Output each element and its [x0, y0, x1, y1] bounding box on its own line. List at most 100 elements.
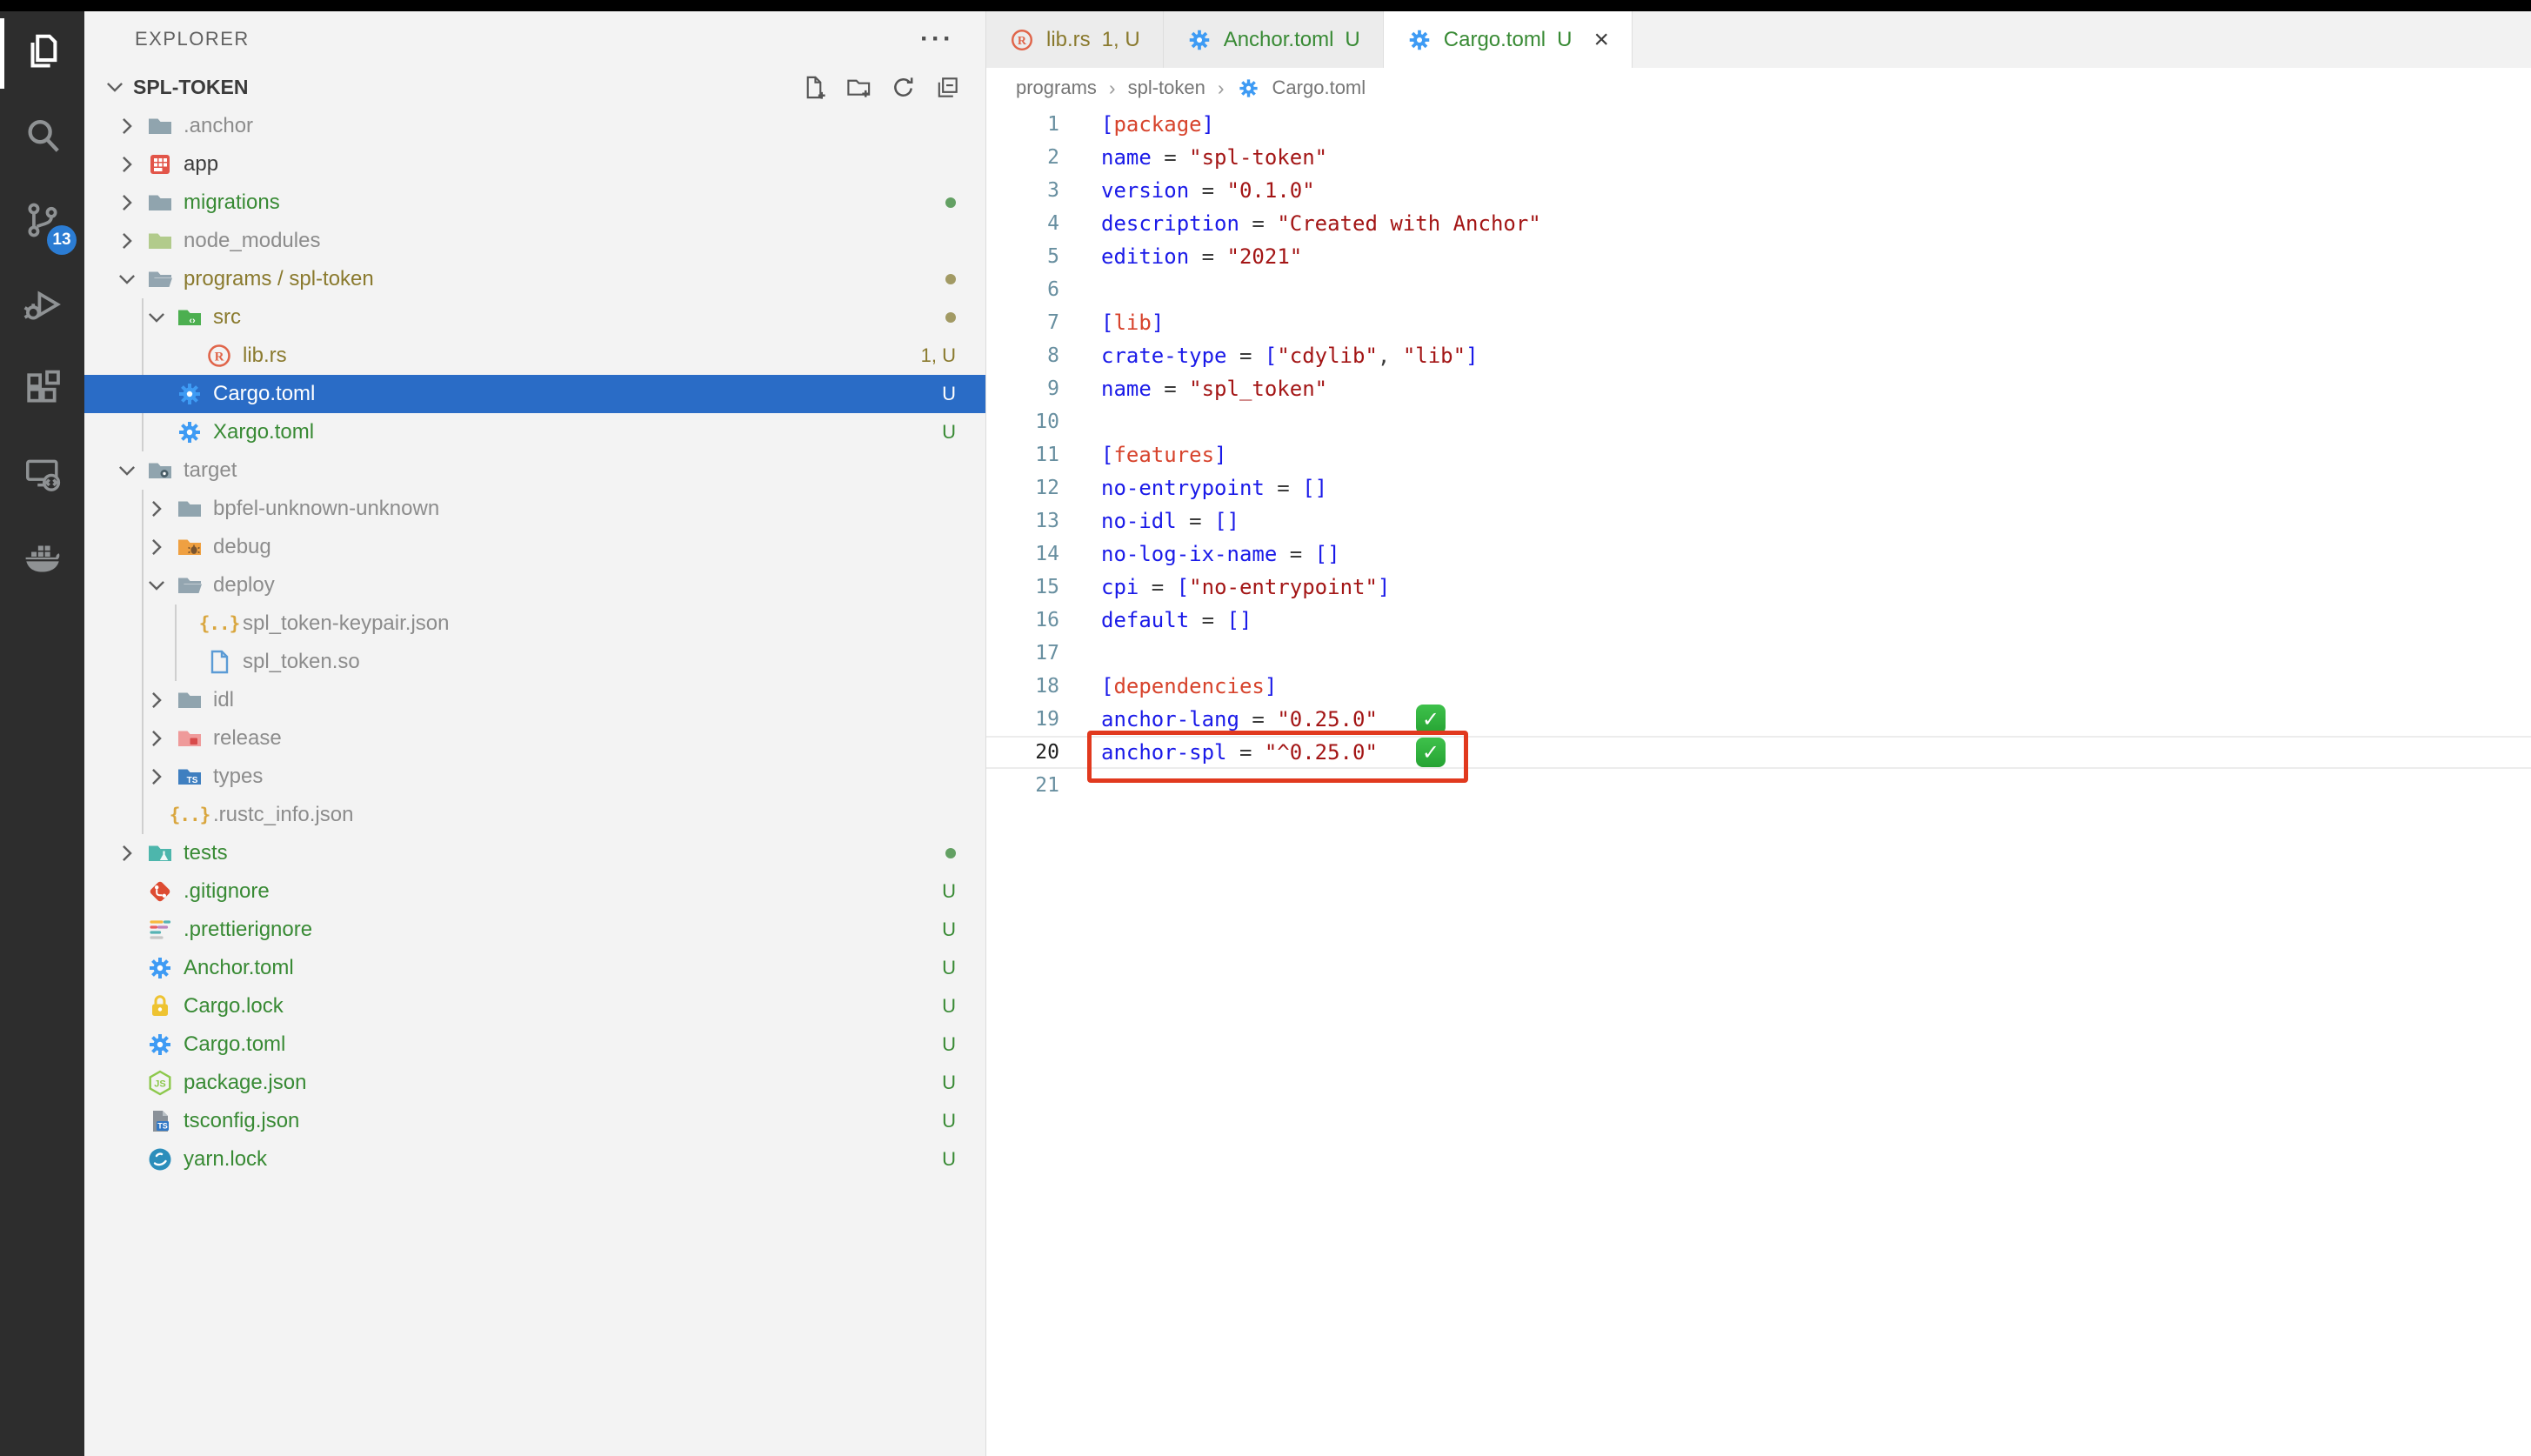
tree-item-target[interactable]: target — [84, 451, 985, 490]
tree-item-cargo-lock[interactable]: Cargo.lockU — [84, 987, 985, 1025]
activity-bar-item-explorer[interactable] — [0, 11, 84, 96]
close-icon[interactable]: × — [1593, 27, 1609, 53]
tree-item-label: types — [213, 765, 263, 789]
chevron-right-icon[interactable] — [138, 762, 175, 791]
tree-item-label: target — [184, 458, 237, 483]
twisty-spacer — [109, 1145, 145, 1174]
tree-item-src[interactable]: ‹›src — [84, 298, 985, 337]
breadcrumb-programs[interactable]: programs — [1016, 77, 1097, 99]
tree-item-release[interactable]: release — [84, 719, 985, 758]
breadcrumb-file[interactable]: Cargo.toml — [1272, 77, 1366, 99]
tree-item--anchor[interactable]: .anchor — [84, 107, 985, 145]
tree-item-tsconfig-json[interactable]: TStsconfig.jsonU — [84, 1102, 985, 1140]
code-line-8[interactable]: 8crate-type = ["cdylib", "lib"] — [986, 339, 2531, 372]
code-line-16[interactable]: 16default = [] — [986, 604, 2531, 637]
git-status-badge: U — [942, 880, 985, 903]
explorer-header: EXPLORER ··· — [84, 11, 985, 67]
tree-item-anchor-toml[interactable]: Anchor.tomlU — [84, 949, 985, 987]
tree-item-spl-token-keypair-json[interactable]: {..}spl_token-keypair.json — [84, 604, 985, 643]
explorer-section-actions — [801, 74, 961, 101]
activity-bar-item-source-control[interactable]: 13 — [0, 180, 84, 264]
tab-anchor-toml[interactable]: Anchor.toml U — [1164, 11, 1384, 68]
chevron-right-icon[interactable] — [138, 494, 175, 524]
tab-lib-rs[interactable]: R lib.rs 1, U — [986, 11, 1164, 68]
tree-item-label: Cargo.toml — [184, 1032, 285, 1057]
more-actions-icon[interactable]: ··· — [920, 24, 954, 54]
code-line-7[interactable]: 7[lib] — [986, 306, 2531, 339]
chevron-right-icon[interactable] — [138, 532, 175, 562]
tree-item-debug[interactable]: debug — [84, 528, 985, 566]
search-icon — [23, 116, 63, 160]
code-line-20[interactable]: 20anchor-spl = "^0.25.0"✓ — [986, 736, 2531, 769]
chevron-right-icon[interactable] — [109, 188, 145, 217]
activity-bar-item-extensions[interactable] — [0, 349, 84, 433]
git-status-badge: 1, U — [921, 344, 985, 367]
new-folder-icon[interactable] — [845, 74, 872, 101]
code-line-12[interactable]: 12no-entrypoint = [] — [986, 471, 2531, 504]
chevron-down-icon[interactable] — [109, 456, 145, 485]
tree-item-label: tests — [184, 841, 228, 865]
chevron-down-icon[interactable] — [97, 72, 133, 102]
code-line-17[interactable]: 17 — [986, 637, 2531, 670]
chevron-down-icon[interactable] — [109, 264, 145, 294]
tree-item-app[interactable]: app — [84, 145, 985, 184]
tree-item-idl[interactable]: idl — [84, 681, 985, 719]
code-line-21[interactable]: 21 — [986, 769, 2531, 802]
tree-item-node-modules[interactable]: node_modules — [84, 222, 985, 260]
chevron-right-icon[interactable] — [138, 685, 175, 715]
code-line-3[interactable]: 3version = "0.1.0" — [986, 174, 2531, 207]
code-line-18[interactable]: 18[dependencies] — [986, 670, 2531, 703]
code-line-9[interactable]: 9name = "spl_token" — [986, 372, 2531, 405]
code-editor[interactable]: 1[package]2name = "spl-token"3version = … — [986, 108, 2531, 802]
explorer-section-header[interactable]: SPL-TOKEN — [84, 67, 985, 107]
activity-bar-item-docker[interactable] — [0, 518, 84, 602]
line-number: 5 — [986, 240, 1059, 273]
code-line-10[interactable]: 10 — [986, 405, 2531, 438]
code-line-15[interactable]: 15cpi = ["no-entrypoint"] — [986, 571, 2531, 604]
tree-item--gitignore[interactable]: .gitignoreU — [84, 872, 985, 911]
breadcrumb-spl-token[interactable]: spl-token — [1128, 77, 1205, 99]
tree-item-migrations[interactable]: migrations — [84, 184, 985, 222]
tree-item-package-json[interactable]: JSpackage.jsonU — [84, 1064, 985, 1102]
tree-item-cargo-toml[interactable]: Cargo.tomlU — [84, 375, 985, 413]
git-status-badge: U — [942, 1110, 985, 1132]
chevron-right-icon[interactable] — [109, 838, 145, 868]
code-line-13[interactable]: 13no-idl = [] — [986, 504, 2531, 538]
collapse-all-icon[interactable] — [934, 74, 961, 101]
chevron-right-icon[interactable] — [138, 724, 175, 753]
tree-item-bpfel-unknown-unknown[interactable]: bpfel-unknown-unknown — [84, 490, 985, 528]
chevron-right-icon[interactable] — [109, 150, 145, 179]
remote-explorer-icon — [23, 453, 63, 498]
code-line-1[interactable]: 1[package] — [986, 108, 2531, 141]
activity-bar-item-search[interactable] — [0, 96, 84, 180]
code-line-11[interactable]: 11[features] — [986, 438, 2531, 471]
tab-cargo-toml[interactable]: Cargo.toml U × — [1384, 11, 1633, 68]
tree-item-types[interactable]: TStypes — [84, 758, 985, 796]
activity-bar-item-run-debug[interactable] — [0, 264, 84, 349]
tree-item-lib-rs[interactable]: Rlib.rs1, U — [84, 337, 985, 375]
new-file-icon[interactable] — [801, 74, 828, 101]
code-line-4[interactable]: 4description = "Created with Anchor" — [986, 207, 2531, 240]
twisty-spacer — [109, 877, 145, 906]
tree-item--prettierignore[interactable]: .prettierignoreU — [84, 911, 985, 949]
tree-item-tests[interactable]: tests — [84, 834, 985, 872]
twisty-spacer — [109, 1106, 145, 1136]
chevron-down-icon[interactable] — [138, 571, 175, 600]
chevron-right-icon[interactable] — [109, 226, 145, 256]
refresh-icon[interactable] — [890, 74, 917, 101]
tree-item-xargo-toml[interactable]: Xargo.tomlU — [84, 413, 985, 451]
tree-item-programs-spl-token[interactable]: programs / spl-token — [84, 260, 985, 298]
code-line-14[interactable]: 14no-log-ix-name = [] — [986, 538, 2531, 571]
tree-item-cargo-toml[interactable]: Cargo.tomlU — [84, 1025, 985, 1064]
tree-item-spl-token-so[interactable]: spl_token.so — [84, 643, 985, 681]
tree-item--rustc-info-json[interactable]: {..}.rustc_info.json — [84, 796, 985, 834]
chevron-down-icon[interactable] — [138, 303, 175, 332]
code-line-6[interactable]: 6 — [986, 273, 2531, 306]
tree-item-deploy[interactable]: deploy — [84, 566, 985, 604]
code-line-19[interactable]: 19anchor-lang = "0.25.0"✓ — [986, 703, 2531, 736]
code-line-5[interactable]: 5edition = "2021" — [986, 240, 2531, 273]
tree-item-yarn-lock[interactable]: yarn.lockU — [84, 1140, 985, 1179]
code-line-2[interactable]: 2name = "spl-token" — [986, 141, 2531, 174]
activity-bar-item-remote-explorer[interactable] — [0, 433, 84, 518]
chevron-right-icon[interactable] — [109, 111, 145, 141]
